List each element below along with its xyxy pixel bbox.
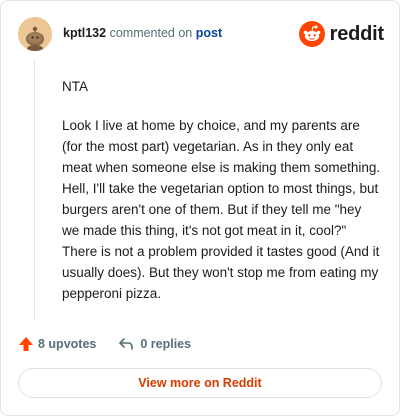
replies-button[interactable]: 0 replies (118, 336, 191, 352)
reply-arrow-icon (119, 338, 134, 350)
username[interactable]: kptl132 (63, 26, 106, 40)
upvote-count: 8 upvotes (38, 337, 97, 351)
action-text: commented on (109, 26, 193, 40)
comment-paragraph: NTA (62, 79, 88, 94)
reddit-logo-icon (298, 21, 325, 47)
reddit-brand[interactable]: reddit (298, 21, 385, 47)
comment-footer: 8 upvotes 0 replies (18, 333, 191, 355)
comment-paragraph: Look I live at home by choice, and my pa… (62, 118, 381, 301)
view-more-button[interactable]: View more on Reddit (18, 368, 382, 398)
comment-header: kptl132 commented on post reddit (18, 17, 384, 51)
comment-meta: kptl132 commented on post (63, 26, 222, 40)
comment-body: NTA Look I live at home by choice, and m… (62, 76, 382, 322)
upvote-button[interactable]: 8 upvotes (18, 336, 96, 352)
user-avatar[interactable] (18, 17, 52, 51)
brand-wordmark: reddit (329, 22, 385, 45)
comment-embed-card: kptl132 commented on post reddit NTA Loo… (0, 0, 400, 416)
post-link[interactable]: post (196, 26, 222, 40)
reply-count: 0 replies (140, 337, 192, 351)
snoo-avatar-icon (18, 17, 52, 51)
thread-line (34, 59, 35, 321)
upvote-arrow-icon (19, 337, 33, 351)
